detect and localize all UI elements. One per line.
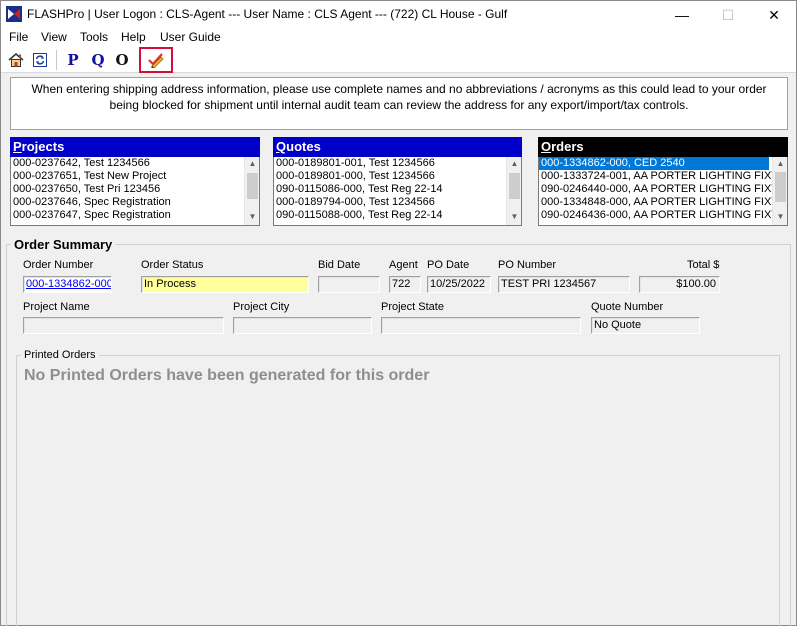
printed-orders-group bbox=[16, 355, 780, 626]
list-item[interactable]: 000-0237647, Spec Registration bbox=[11, 209, 259, 222]
po-date-label: PO Date bbox=[427, 259, 470, 271]
list-item[interactable]: 000-0237646, Spec Registration bbox=[11, 196, 259, 209]
orders-button[interactable]: O bbox=[110, 48, 134, 72]
quotes-scrollbar[interactable]: ▲ ▼ bbox=[506, 157, 521, 225]
orders-scrollbar[interactable]: ▲ ▼ bbox=[772, 157, 787, 225]
scroll-down-icon[interactable]: ▼ bbox=[245, 210, 259, 224]
orders-list[interactable]: 000-1334862-000, CED 2540 000-1333724-00… bbox=[538, 157, 788, 226]
orders-panel: Orders 000-1334862-000, CED 2540 000-133… bbox=[538, 137, 788, 226]
projects-header-rest: rojects bbox=[21, 139, 65, 154]
list-item[interactable]: 000-1333724-001, AA PORTER LIGHTING FIXT bbox=[539, 170, 787, 183]
scroll-up-icon[interactable]: ▲ bbox=[507, 157, 521, 171]
total-label: Total $ bbox=[687, 259, 720, 271]
menu-file[interactable]: File bbox=[9, 29, 28, 47]
title-bar: FLASHPro | User Logon : CLS-Agent --- Us… bbox=[1, 1, 796, 29]
order-status-field: In Process bbox=[141, 276, 309, 293]
project-city-field bbox=[233, 317, 372, 334]
check-tool-button[interactable] bbox=[144, 48, 168, 72]
agent-field: 722 bbox=[389, 276, 421, 293]
list-item[interactable]: 090-0246440-000, AA PORTER LIGHTING FIXT bbox=[539, 183, 787, 196]
printed-orders-label: Printed Orders bbox=[21, 349, 99, 361]
projects-header-first: P bbox=[13, 139, 22, 154]
scroll-down-icon[interactable]: ▼ bbox=[773, 210, 787, 224]
quotes-header: Quotes bbox=[273, 137, 522, 157]
project-state-field bbox=[381, 317, 581, 334]
home-icon bbox=[8, 53, 24, 67]
app-logo-icon bbox=[6, 6, 22, 22]
list-item[interactable]: 000-1334848-000, AA PORTER LIGHTING FIXT bbox=[539, 196, 787, 209]
toolbar-separator bbox=[56, 50, 57, 70]
po-date-field: 10/25/2022 bbox=[427, 276, 491, 293]
list-item[interactable]: 000-0189801-000, Test 1234566 bbox=[274, 170, 521, 183]
orders-header-rest: rders bbox=[551, 139, 584, 154]
list-item[interactable]: 000-0237642, Test 1234566 bbox=[11, 157, 259, 170]
list-item[interactable]: 000-0237651, Test New Project bbox=[11, 170, 259, 183]
refresh-button[interactable] bbox=[28, 48, 52, 72]
order-number-field[interactable]: 000-1334862-000 bbox=[23, 276, 112, 293]
scroll-up-icon[interactable]: ▲ bbox=[245, 157, 259, 171]
checkmark-pencil-icon bbox=[148, 53, 164, 68]
o-label: O bbox=[115, 51, 129, 69]
order-number-label: Order Number bbox=[23, 259, 94, 271]
bid-date-label: Bid Date bbox=[318, 259, 361, 271]
po-number-label: PO Number bbox=[498, 259, 557, 271]
agent-label: Agent bbox=[389, 259, 418, 271]
window-title: FLASHPro | User Logon : CLS-Agent --- Us… bbox=[27, 7, 508, 21]
projects-list[interactable]: 000-0237642, Test 1234566 000-0237651, T… bbox=[10, 157, 260, 226]
order-summary-title: Order Summary bbox=[11, 237, 116, 252]
project-state-label: Project State bbox=[381, 301, 444, 313]
scroll-thumb[interactable] bbox=[775, 172, 786, 202]
project-name-field bbox=[23, 317, 224, 334]
list-item-selected[interactable]: 000-1334862-000, CED 2540 bbox=[539, 157, 769, 170]
quotes-list[interactable]: 000-0189801-001, Test 1234566 000-018980… bbox=[273, 157, 522, 226]
app-window: FLASHPro | User Logon : CLS-Agent --- Us… bbox=[0, 0, 797, 626]
home-button[interactable] bbox=[4, 48, 28, 72]
list-item[interactable]: 000-0189794-000, Test 1234566 bbox=[274, 196, 521, 209]
po-number-field: TEST PRI 1234567 bbox=[498, 276, 630, 293]
p-label: P bbox=[67, 51, 79, 69]
quote-number-field: No Quote bbox=[591, 317, 700, 334]
scroll-thumb[interactable] bbox=[247, 173, 258, 199]
quotes-header-first: Q bbox=[276, 139, 287, 154]
q-label: Q bbox=[91, 51, 105, 69]
quotes-panel: Quotes 000-0189801-001, Test 1234566 000… bbox=[273, 137, 522, 226]
menu-view[interactable]: View bbox=[41, 29, 67, 47]
list-item[interactable]: 000-0237650, Test Pri 123456 bbox=[11, 183, 259, 196]
quote-number-label: Quote Number bbox=[591, 301, 664, 313]
projects-panel: Projects 000-0237642, Test 1234566 000-0… bbox=[10, 137, 260, 226]
list-item[interactable]: 000-0189801-001, Test 1234566 bbox=[274, 157, 521, 170]
refresh-icon bbox=[33, 53, 47, 67]
menu-bar: File View Tools Help User Guide bbox=[1, 29, 796, 47]
projects-header: Projects bbox=[10, 137, 260, 157]
shipping-notice: When entering shipping address informati… bbox=[10, 77, 788, 130]
printed-orders-message: No Printed Orders have been generated fo… bbox=[24, 367, 430, 384]
list-item[interactable]: 090-0115088-000, Test Reg 22-14 bbox=[274, 209, 521, 222]
scroll-down-icon[interactable]: ▼ bbox=[507, 210, 521, 224]
order-number-link[interactable]: 000-1334862-000 bbox=[26, 278, 111, 290]
menu-help[interactable]: Help bbox=[121, 29, 146, 47]
project-city-label: Project City bbox=[233, 301, 290, 313]
quotes-header-rest: uotes bbox=[286, 139, 321, 154]
list-item[interactable]: 090-0115086-000, Test Reg 22-14 bbox=[274, 183, 521, 196]
total-field: $100.00 bbox=[639, 276, 720, 293]
quotes-button[interactable]: Q bbox=[86, 48, 110, 72]
orders-header-first: O bbox=[541, 139, 552, 154]
maximize-button[interactable]: ☐ bbox=[705, 1, 751, 29]
toolbar: P Q O bbox=[1, 47, 796, 73]
menu-user-guide[interactable]: User Guide bbox=[160, 29, 221, 47]
projects-scrollbar[interactable]: ▲ ▼ bbox=[244, 157, 259, 225]
scroll-up-icon[interactable]: ▲ bbox=[773, 157, 787, 171]
order-status-label: Order Status bbox=[141, 259, 204, 271]
close-button[interactable]: ✕ bbox=[751, 1, 797, 29]
projects-button[interactable]: P bbox=[61, 48, 85, 72]
scroll-thumb[interactable] bbox=[509, 173, 520, 199]
minimize-button[interactable]: — bbox=[659, 1, 705, 29]
bid-date-field bbox=[318, 276, 380, 293]
orders-header: Orders bbox=[538, 137, 788, 157]
project-name-label: Project Name bbox=[23, 301, 90, 313]
list-item[interactable]: 090-0246436-000, AA PORTER LIGHTING FIXT bbox=[539, 209, 787, 222]
menu-tools[interactable]: Tools bbox=[80, 29, 108, 47]
